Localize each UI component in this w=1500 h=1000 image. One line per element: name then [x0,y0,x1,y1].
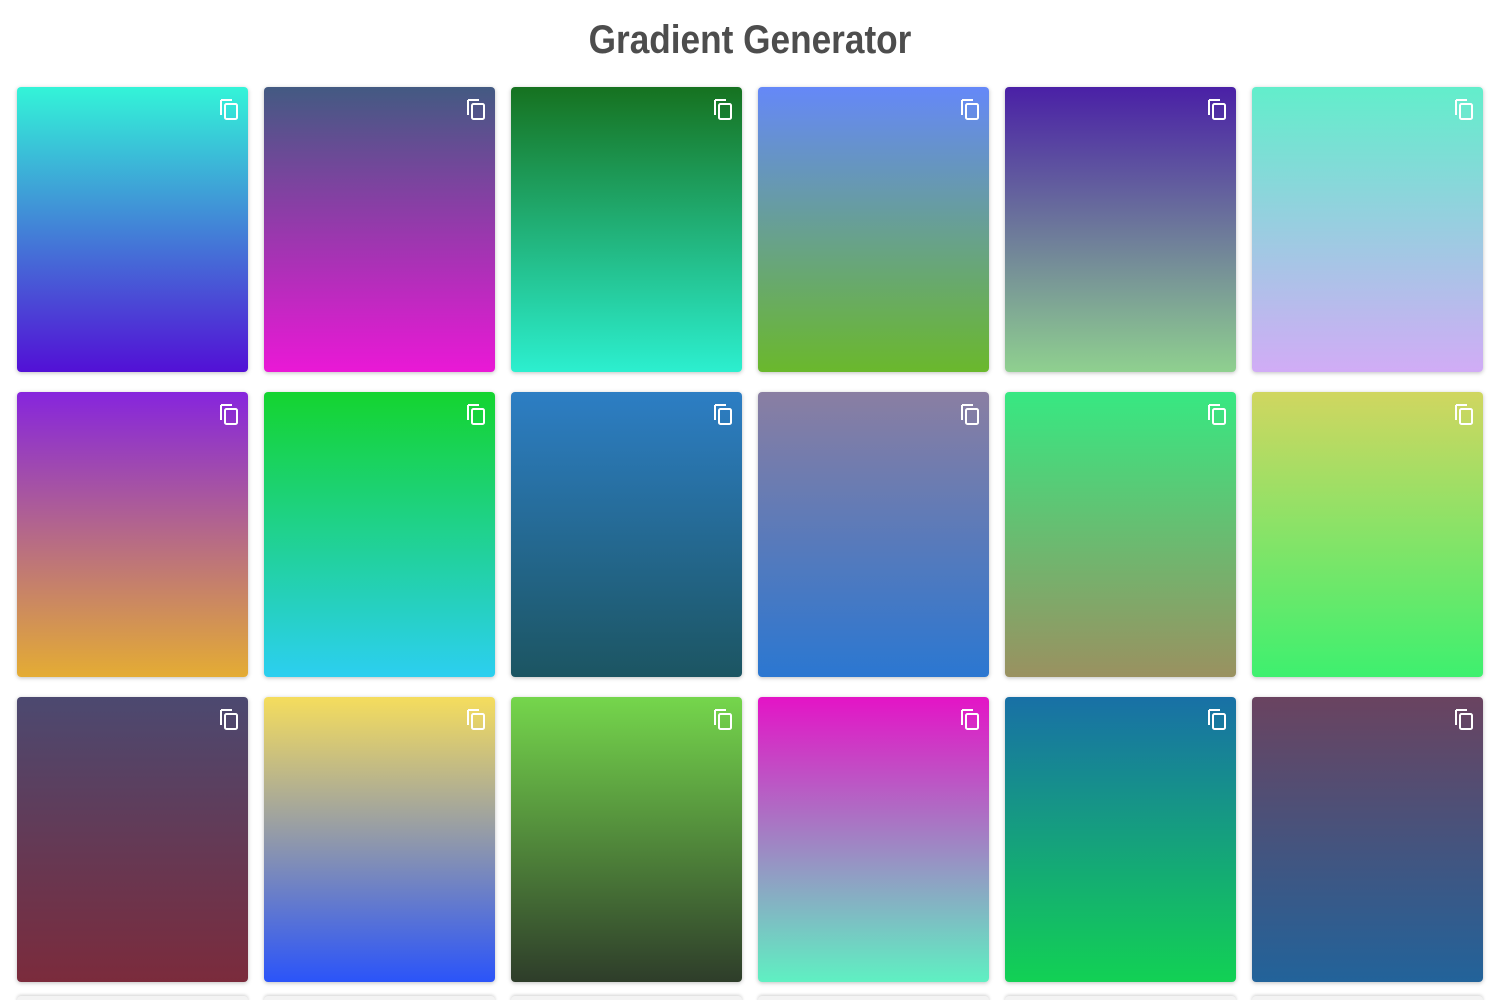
gradient-card-peek [511,996,742,1000]
gradient-card[interactable] [758,87,989,372]
gradient-card[interactable] [1252,697,1483,982]
gradient-card-peek [264,996,495,1000]
copy-icon[interactable] [1453,401,1475,425]
copy-icon[interactable] [218,706,240,730]
copy-icon[interactable] [465,706,487,730]
gradient-card[interactable] [511,697,742,982]
gradient-card[interactable] [758,697,989,982]
gradient-card[interactable] [17,697,248,982]
gradient-card[interactable] [1005,392,1236,677]
copy-icon[interactable] [218,401,240,425]
copy-icon[interactable] [465,96,487,120]
gradient-card[interactable] [17,87,248,372]
copy-icon[interactable] [712,96,734,120]
copy-icon[interactable] [1453,706,1475,730]
copy-icon[interactable] [1206,706,1228,730]
gradient-card-peek [758,996,989,1000]
gradient-card[interactable] [1005,697,1236,982]
page-title: Gradient Generator [588,18,912,62]
gradient-card[interactable] [1252,87,1483,372]
gradient-card[interactable] [1252,392,1483,677]
copy-icon[interactable] [1453,96,1475,120]
gradient-grid [17,87,1483,982]
gradient-card[interactable] [264,87,495,372]
gradient-card[interactable] [1005,87,1236,372]
gradient-card[interactable] [264,697,495,982]
copy-icon[interactable] [1206,96,1228,120]
gradient-card-peek [1005,996,1236,1000]
gradient-card[interactable] [264,392,495,677]
gradient-card-peek [1252,996,1483,1000]
copy-icon[interactable] [712,706,734,730]
next-row-peek [17,996,1483,1000]
copy-icon[interactable] [465,401,487,425]
copy-icon[interactable] [959,96,981,120]
gradient-card[interactable] [511,392,742,677]
copy-icon[interactable] [1206,401,1228,425]
copy-icon[interactable] [712,401,734,425]
page: Gradient Generator [0,0,1500,1000]
gradient-card[interactable] [17,392,248,677]
gradient-card[interactable] [758,392,989,677]
copy-icon[interactable] [959,706,981,730]
copy-icon[interactable] [218,96,240,120]
gradient-card-peek [17,996,248,1000]
copy-icon[interactable] [959,401,981,425]
gradient-card[interactable] [511,87,742,372]
